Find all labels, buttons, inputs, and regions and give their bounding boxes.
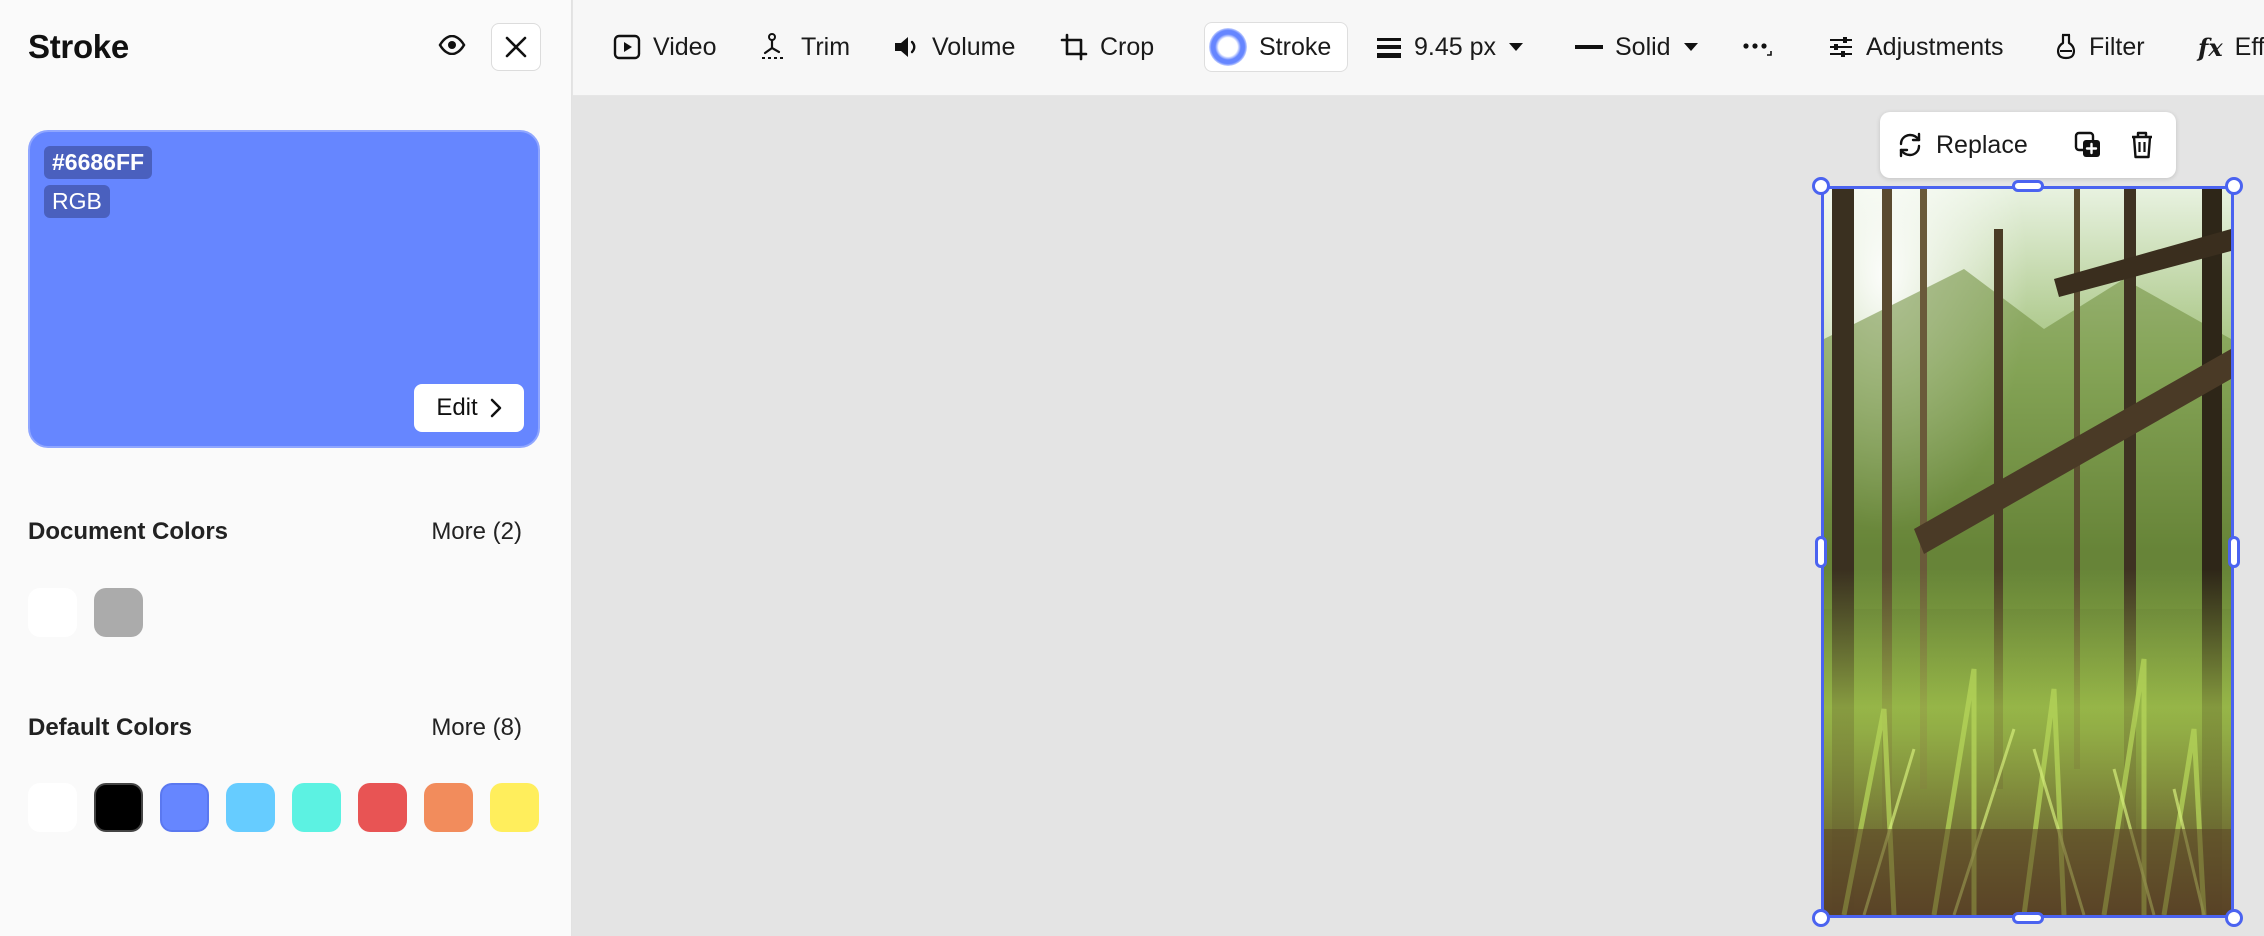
- default-color-swatch-yellow[interactable]: [490, 783, 539, 832]
- trim-icon: [762, 33, 786, 59]
- visibility-toggle[interactable]: [432, 25, 472, 65]
- document-colors-more[interactable]: More (2): [431, 518, 522, 546]
- default-color-swatch-sky[interactable]: [226, 783, 275, 832]
- top-toolbar: Video Trim Volume Crop Stroke 9.45 px So…: [573, 0, 2264, 96]
- volume-label: Volume: [932, 32, 1016, 61]
- more-dots-icon: [1743, 43, 1772, 56]
- caret-down-icon: [1509, 43, 1524, 51]
- effects-button[interactable]: fx Eff: [2198, 22, 2264, 72]
- panel-title: Stroke: [28, 28, 129, 65]
- stroke-panel: Stroke #6686FF RGB Edit Document Colors …: [0, 0, 572, 936]
- stroke-label: Stroke: [1259, 32, 1332, 61]
- stroke-width-value: 9.45 px: [1414, 32, 1497, 61]
- selection-toolbar: Replace: [1880, 112, 2176, 178]
- replace-label: Replace: [1936, 130, 2028, 159]
- duplicate-button[interactable]: [2070, 127, 2106, 163]
- more-options-button[interactable]: [1742, 22, 1772, 72]
- trim-tool-button[interactable]: Trim: [759, 22, 850, 72]
- default-color-swatch-orange[interactable]: [424, 783, 473, 832]
- trash-icon: [2132, 131, 2152, 159]
- delete-button[interactable]: [2124, 127, 2160, 163]
- document-colors-row: [28, 588, 143, 637]
- effects-label: Eff: [2234, 32, 2264, 61]
- filter-button[interactable]: Filter: [2055, 22, 2145, 72]
- filter-label: Filter: [2089, 32, 2145, 61]
- edit-label: Edit: [436, 394, 478, 421]
- document-color-swatch-white[interactable]: [28, 588, 77, 637]
- default-colors-title: Default Colors: [28, 714, 193, 741]
- eye-icon: [438, 35, 466, 55]
- volume-tool-button[interactable]: Volume: [892, 22, 1015, 72]
- default-colors-more[interactable]: More (8): [431, 714, 522, 742]
- fx-icon: fx: [2198, 32, 2223, 62]
- resize-handle-bottom[interactable]: [2012, 912, 2044, 924]
- video-label: Video: [653, 32, 717, 61]
- resize-handle-top[interactable]: [2012, 180, 2044, 192]
- resize-handle-top-left[interactable]: [1812, 177, 1830, 195]
- default-color-swatch-blue[interactable]: [160, 783, 209, 832]
- adjustments-label: Adjustments: [1866, 32, 2004, 61]
- default-color-swatch-white[interactable]: [28, 783, 77, 832]
- caret-down-icon: [1683, 43, 1698, 51]
- volume-icon: [895, 37, 916, 57]
- filter-flask-icon: [2056, 33, 2076, 60]
- stroke-tool-button[interactable]: Stroke: [1204, 22, 1349, 72]
- stroke-color-icon: [1209, 28, 1247, 66]
- resize-handle-bottom-left[interactable]: [1812, 909, 1830, 927]
- document-colors-title: Document Colors: [28, 518, 229, 545]
- replace-button[interactable]: Replace: [1896, 112, 2028, 178]
- stroke-style-value: Solid: [1615, 32, 1671, 61]
- close-icon: [505, 36, 527, 58]
- video-play-icon: [613, 34, 641, 60]
- selection-frame: [1821, 186, 2234, 918]
- default-color-swatch-cyan[interactable]: [292, 783, 341, 832]
- stroke-width-dropdown[interactable]: 9.45 px: [1376, 22, 1524, 72]
- adjustments-button[interactable]: Adjustments: [1828, 22, 2004, 72]
- edit-color-button[interactable]: Edit: [414, 384, 524, 432]
- color-hex-value: #6686FF: [44, 146, 153, 179]
- line-weight-icon: [1377, 38, 1401, 58]
- color-mode-label: RGB: [44, 185, 110, 218]
- default-color-swatch-red[interactable]: [358, 783, 407, 832]
- close-button[interactable]: [491, 23, 541, 71]
- solid-line-icon: [1575, 45, 1603, 49]
- resize-handle-top-right[interactable]: [2225, 177, 2243, 195]
- crop-tool-button[interactable]: Crop: [1060, 22, 1154, 72]
- chevron-right-icon: [490, 398, 501, 418]
- document-color-swatch-gray[interactable]: [94, 588, 143, 637]
- default-color-swatch-black[interactable]: [94, 783, 143, 832]
- stroke-style-dropdown[interactable]: Solid: [1575, 22, 1699, 72]
- default-colors-row: [28, 783, 539, 832]
- crop-icon: [1060, 33, 1088, 61]
- replace-arrows-icon: [1899, 132, 1921, 158]
- resize-handle-bottom-right[interactable]: [2225, 909, 2243, 927]
- current-color-card[interactable]: #6686FF RGB Edit: [28, 130, 540, 448]
- sliders-icon: [1830, 37, 1852, 57]
- duplicate-icon: [2074, 131, 2100, 157]
- crop-label: Crop: [1100, 32, 1155, 61]
- trim-label: Trim: [801, 32, 851, 61]
- resize-handle-left[interactable]: [1815, 536, 1827, 568]
- video-tool-button[interactable]: Video: [613, 22, 717, 72]
- resize-handle-right[interactable]: [2228, 536, 2240, 568]
